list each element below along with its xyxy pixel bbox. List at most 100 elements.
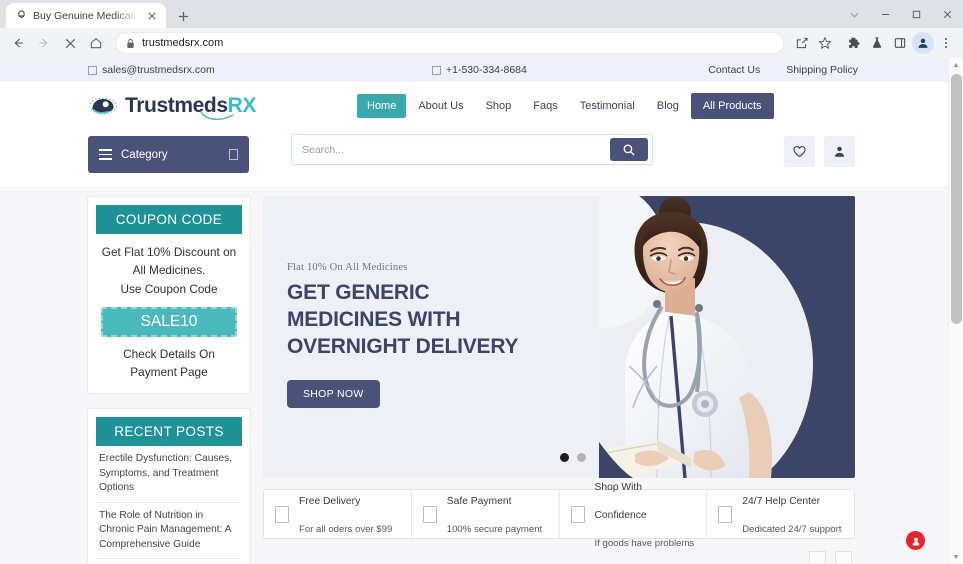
coupon-card: COUPON CODE Get Flat 10% Discount on All… [87, 196, 251, 395]
link-contact-us[interactable]: Contact Us [708, 64, 760, 76]
browser-tab[interactable]: Buy Genuine Medications Onlin [6, 3, 166, 28]
header-action-icons [784, 136, 855, 167]
nav-item-home[interactable]: Home [357, 94, 407, 118]
contact-email[interactable]: sales@trustmedsrx.com [88, 64, 215, 76]
feature-subtitle: 100% secure payment [446, 524, 543, 535]
category-dropdown-button[interactable]: Category [88, 136, 249, 173]
feature-title: Safe Payment [446, 496, 512, 507]
wishlist-button[interactable] [784, 136, 815, 167]
feature-title: 24/7 Help Center [742, 496, 821, 507]
coupon-description: Get Flat 10% Discount on All Medicines. … [97, 234, 241, 298]
pill-favicon [15, 10, 27, 22]
hero-text-block: Flat 10% On All Medicines GET GENERIC ME… [287, 262, 547, 408]
tab-title: Buy Genuine Medications Onlin [33, 9, 139, 22]
coupon-code-badge[interactable]: SALE10 [101, 306, 237, 337]
share-icon[interactable] [791, 32, 813, 54]
feature-item: Free Delivery For all oders over $99 [264, 490, 412, 538]
feature-title: Shop With Confidence [594, 482, 647, 521]
list-item[interactable]: The Role of Nutrition in Chronic Pain Ma… [97, 503, 241, 560]
feature-subtitle: If goods have problems [594, 538, 695, 549]
list-item[interactable]: Managing Stress And Anxiety [97, 559, 241, 564]
recent-posts-title: RECENT POSTS [96, 417, 242, 447]
puzzle-icon[interactable] [843, 32, 865, 54]
caret-up-icon[interactable]: ▲ [949, 58, 963, 72]
coupon-footnote: Check Details On Payment Page [97, 345, 241, 385]
chevron-down-icon[interactable] [839, 0, 870, 28]
home-icon[interactable] [84, 31, 108, 55]
search-input[interactable] [292, 135, 610, 164]
carousel-dot-2[interactable] [577, 453, 586, 462]
carousel-dots [560, 453, 586, 462]
toolbar-actions [791, 32, 957, 54]
lock-icon [126, 38, 135, 49]
feature-bar: Free Delivery For all oders over $99 Saf… [263, 482, 855, 549]
feature-item: 24/7 Help Center Dedicated 24/7 support [707, 490, 854, 538]
address-bar[interactable]: trustmedsrx.com [115, 32, 784, 54]
close-icon[interactable] [145, 9, 159, 23]
support-chat-button[interactable] [906, 531, 925, 550]
hero-title: GET GENERIC MEDICINES WITH OVERNIGHT DEL… [287, 281, 519, 358]
main-column: Flat 10% On All Medicines GET GENERIC ME… [263, 196, 855, 564]
search-submit-button[interactable] [610, 138, 648, 161]
logo-wordmark: TrustmedsRX [125, 94, 256, 118]
nav-item-testimonial[interactable]: Testimonial [570, 94, 645, 118]
maximize-icon[interactable] [901, 0, 932, 28]
star-icon[interactable] [814, 32, 836, 54]
bottom-partial-widgets [809, 551, 852, 564]
scrollbar-thumb[interactable] [951, 74, 962, 324]
page-scrollbar[interactable]: ▲ ▼ [948, 58, 963, 564]
arrow-left-icon[interactable] [6, 31, 30, 55]
category-label: Category [121, 148, 168, 161]
minimize-icon[interactable] [870, 0, 901, 28]
more-vertical-icon[interactable] [935, 32, 957, 54]
nav-item-all-products[interactable]: All Products [690, 93, 774, 119]
carousel-dot-1[interactable] [560, 453, 569, 462]
account-button[interactable] [824, 136, 855, 167]
coupon-foot-2: Payment Page [130, 365, 208, 380]
recent-posts-list: Erectile Dysfunction: Causes, Symptoms, … [97, 446, 241, 564]
sidebar-icon[interactable] [889, 32, 911, 54]
site-logo[interactable]: TrustmedsRX [88, 94, 256, 120]
coupon-line-2: All Medicines. [132, 263, 206, 278]
logo-swoosh-decoration [200, 110, 234, 122]
truck-icon [275, 505, 289, 523]
feature-title: Free Delivery [299, 496, 361, 507]
envelope-icon [88, 65, 97, 75]
close-icon[interactable] [932, 0, 963, 28]
coupon-foot-1: Check Details On [123, 346, 215, 361]
nav-item-faqs[interactable]: Faqs [523, 94, 567, 118]
nav-item-about-us[interactable]: About Us [408, 94, 473, 118]
ghost-widget [809, 551, 826, 564]
main-navigation: Home About Us Shop Faqs Testimonial Blog… [357, 93, 774, 119]
sidebar: COUPON CODE Get Flat 10% Discount on All… [87, 196, 251, 564]
contact-phone[interactable]: +1-530-334-8684 [432, 64, 527, 76]
arrow-right-icon [32, 31, 56, 55]
new-tab-button[interactable] [170, 4, 196, 28]
link-shipping-policy[interactable]: Shipping Policy [786, 64, 858, 76]
info-bar-links: Contact Us Shipping Policy [708, 64, 858, 76]
nav-item-shop[interactable]: Shop [476, 94, 522, 118]
shop-now-button[interactable]: SHOP NOW [287, 379, 380, 408]
caret-down-icon[interactable]: ▼ [949, 550, 963, 564]
feature-subtitle: For all oders over $99 [299, 524, 393, 535]
list-item[interactable]: Erectile Dysfunction: Causes, Symptoms, … [97, 446, 241, 503]
flask-icon[interactable] [866, 32, 888, 54]
page-main: COUPON CODE Get Flat 10% Discount on All… [0, 186, 948, 564]
page-viewport: sales@trustmedsrx.com +1-530-334-8684 Co… [0, 58, 963, 564]
email-text: sales@trustmedsrx.com [102, 64, 215, 76]
phone-icon [432, 65, 441, 75]
feature-item: Safe Payment 100% secure payment [412, 490, 560, 538]
search-row: Category [0, 130, 948, 186]
stop-loading-icon[interactable] [58, 31, 82, 55]
window-controls [839, 0, 963, 28]
feature-item: Shop With Confidence If goods have probl… [560, 482, 708, 549]
hero-kicker: Flat 10% On All Medicines [287, 262, 408, 273]
hamburger-icon [99, 149, 112, 160]
nav-item-blog[interactable]: Blog [647, 94, 689, 118]
person-icon[interactable] [912, 32, 934, 54]
coupon-card-title: COUPON CODE [96, 205, 242, 234]
capsule-logo-icon [88, 94, 118, 118]
caret-down-icon [229, 149, 238, 160]
search-form [291, 134, 653, 165]
site-header: TrustmedsRX Home About Us Shop Faqs Test… [0, 82, 948, 130]
